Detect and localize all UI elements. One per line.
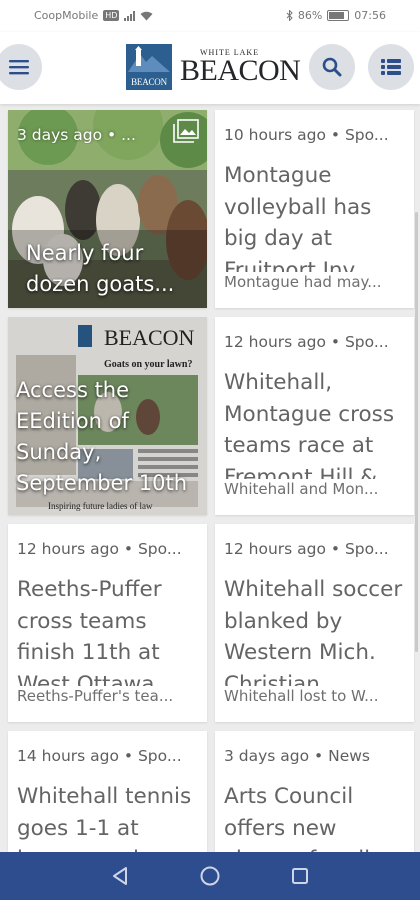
- eedition-headline: Goats on your lawn?: [104, 359, 193, 370]
- article-card-eedition[interactable]: BEACON Goats on your lawn? Inspiring fut…: [8, 317, 207, 515]
- status-right: 86% 07:56: [286, 9, 386, 22]
- article-meta: 14 hours ago • Spo...: [17, 747, 182, 765]
- home-circle-icon: [200, 866, 220, 886]
- article-title: Montague volleyball has big day at Fruit…: [224, 163, 375, 283]
- menu-button[interactable]: [0, 44, 42, 90]
- search-button[interactable]: [309, 44, 355, 90]
- clock: 07:56: [354, 9, 386, 22]
- battery-percent: 86%: [297, 9, 323, 22]
- article-title: Arts Council offers new classes for all: [224, 784, 370, 852]
- system-nav-bar: [0, 852, 420, 900]
- view-toggle-button[interactable]: [368, 44, 414, 90]
- recents-square-icon: [292, 868, 308, 884]
- lighthouse-icon: [128, 46, 170, 72]
- hamburger-menu-icon: [9, 60, 29, 75]
- logo-big-text: BEACON: [180, 54, 301, 87]
- gallery-icon: [173, 119, 199, 143]
- carrier-label: CoopMobile: [34, 9, 99, 22]
- back-triangle-icon: [113, 867, 127, 885]
- article-meta: 12 hours ago • Spo...: [224, 540, 389, 558]
- recents-button[interactable]: [288, 864, 312, 888]
- article-meta: 10 hours ago • Spo...: [224, 126, 389, 144]
- feed-scrollbar[interactable]: [415, 212, 418, 652]
- signal-icon: [124, 10, 136, 21]
- home-button[interactable]: [198, 864, 222, 888]
- article-card[interactable]: 3 days ago • News Arts Council offers ne…: [215, 731, 414, 852]
- article-meta: 3 days ago • News: [224, 747, 371, 765]
- article-meta: 12 hours ago • Spo...: [224, 333, 389, 351]
- article-title: Access the EEdition of Sunday, September…: [16, 378, 188, 495]
- eedition-footer: Inspiring future ladies of law: [48, 501, 153, 511]
- app-logo[interactable]: BEACON WHITE LAKE BEACON: [126, 44, 301, 90]
- logo-wordmark: WHITE LAKE BEACON: [180, 49, 301, 87]
- back-button[interactable]: [108, 864, 132, 888]
- article-summary: Reeths-Puffer's tea...: [17, 686, 201, 706]
- status-bar: CoopMobile HD 86% 07:56: [0, 0, 420, 32]
- logo-emblem: BEACON: [126, 44, 172, 90]
- article-card[interactable]: 12 hours ago • Spo... Whitehall soccer b…: [215, 524, 414, 722]
- article-title: Nearly four dozen goats...: [26, 241, 175, 296]
- bluetooth-icon: [286, 10, 293, 21]
- wifi-icon: [140, 11, 153, 20]
- article-title: Whitehall, Montague cross teams race at …: [224, 370, 398, 490]
- list-view-icon: [381, 59, 401, 75]
- article-card[interactable]: 12 hours ago • Spo... Reeths-Puffer cros…: [8, 524, 207, 722]
- article-summary: Whitehall lost to W...: [224, 686, 408, 706]
- article-title: Whitehall tennis goes 1-1 at home quad: [17, 784, 192, 852]
- article-summary: Whitehall and Mon...: [224, 479, 408, 499]
- logo-box-text: BEACON: [131, 77, 167, 87]
- article-title: Reeths-Puffer cross teams finish 11th at…: [17, 577, 182, 697]
- article-card[interactable]: 14 hours ago • Spo... Whitehall tennis g…: [8, 731, 207, 852]
- article-feed[interactable]: 3 days ago • ... Nearly four dozen goats…: [0, 104, 420, 852]
- hd-badge: HD: [103, 10, 120, 21]
- article-card-goats[interactable]: 3 days ago • ... Nearly four dozen goats…: [8, 110, 207, 308]
- app-header: BEACON WHITE LAKE BEACON: [0, 32, 420, 104]
- article-title: Whitehall soccer blanked by Western Mich…: [224, 577, 403, 697]
- article-meta: 12 hours ago • Spo...: [17, 540, 182, 558]
- battery-icon: [327, 10, 350, 21]
- eedition-masthead: BEACON: [104, 325, 195, 350]
- status-left: CoopMobile HD: [34, 9, 153, 22]
- search-icon: [322, 57, 342, 77]
- article-card[interactable]: 10 hours ago • Spo... Montague volleybal…: [215, 110, 414, 308]
- article-summary: Montague had may...: [224, 272, 408, 292]
- article-card[interactable]: 12 hours ago • Spo... Whitehall, Montagu…: [215, 317, 414, 515]
